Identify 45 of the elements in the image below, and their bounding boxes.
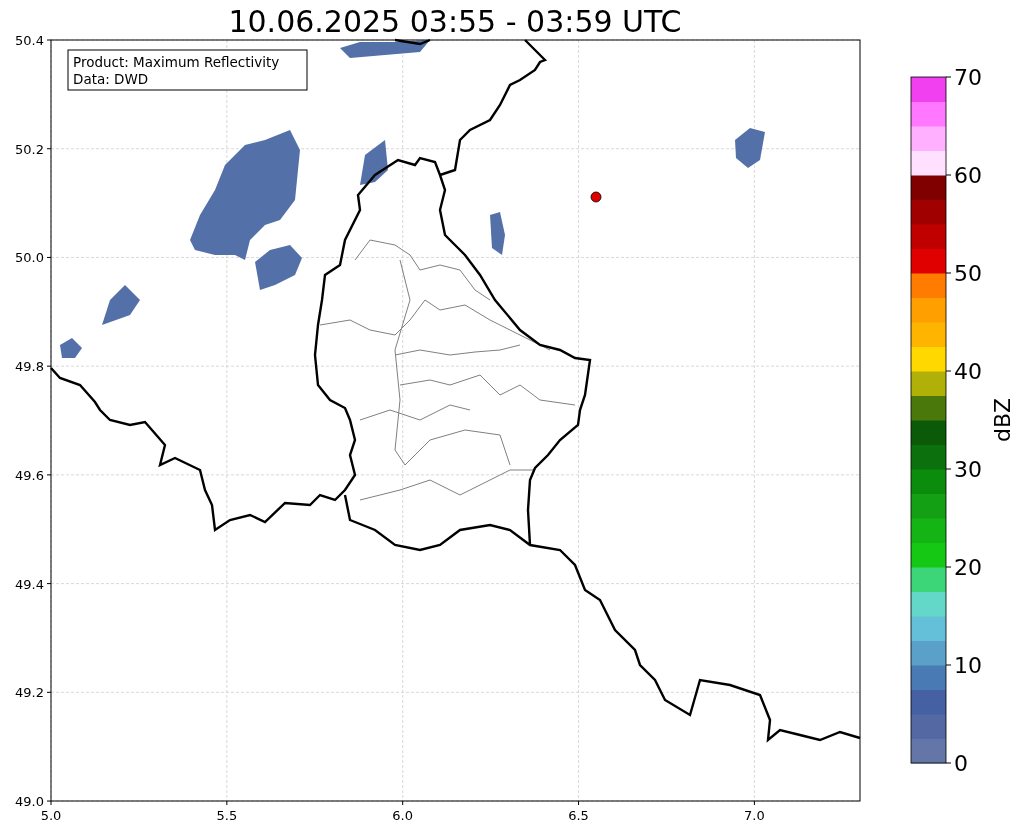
axis-tick-label: 7.0 [744, 808, 765, 823]
axis-tick-label: 6.5 [568, 808, 589, 823]
axis-tick-label: 5.0 [40, 808, 62, 823]
tick-mark [945, 566, 952, 568]
tick-mark [945, 468, 952, 470]
tick-mark [945, 272, 952, 274]
tick-mark [578, 800, 580, 806]
location-marker [590, 191, 602, 203]
axis-tick-label: 49.2 [15, 685, 44, 701]
tick-mark [46, 474, 52, 476]
chart-title: 10.06.2025 03:55 - 03:59 UTC [228, 4, 682, 39]
axis-tick-label: 6.0 [392, 808, 414, 823]
colorbar-tick-label: 40 [954, 359, 982, 384]
tick-mark [46, 583, 52, 585]
colorbar-tick-label: 50 [954, 261, 982, 286]
axis-tick-label: 49.6 [15, 467, 44, 483]
info-text: Product: Maximum Reflectivity [73, 54, 280, 70]
tick-mark [46, 39, 52, 41]
axis-tick-label: 49.4 [15, 576, 44, 592]
tick-mark [945, 76, 952, 78]
colorbar-tick-label: 10 [954, 653, 982, 678]
tick-mark [46, 256, 52, 258]
tick-mark [226, 800, 228, 806]
axis-tick-label: 50.2 [15, 141, 44, 157]
axis-tick-label: 5.5 [216, 808, 238, 823]
axis-tick-label: 49.0 [15, 794, 44, 810]
tick-mark [46, 148, 52, 150]
colorbar-tick-label: 60 [954, 163, 982, 188]
tick-mark [753, 800, 755, 806]
colorbar-tick-label: 30 [954, 457, 982, 482]
tick-mark [945, 174, 952, 176]
tick-mark [46, 365, 52, 367]
info-text: Data: DWD [73, 71, 149, 87]
tick-mark [945, 762, 952, 764]
tick-mark [945, 370, 952, 372]
colorbar-label: dBZ [990, 397, 1015, 443]
axis-tick-label: 50.0 [15, 250, 44, 266]
axis-tick-label: 50.4 [15, 33, 44, 48]
tick-mark [945, 664, 952, 666]
colorbar-tick-label: 70 [954, 65, 982, 90]
axis-tick-label: 49.8 [15, 359, 44, 375]
tick-mark [402, 800, 404, 806]
colorbar-tick-label: 20 [954, 555, 982, 580]
colorbar-tick-label: 0 [954, 751, 968, 776]
tick-mark [46, 691, 52, 693]
